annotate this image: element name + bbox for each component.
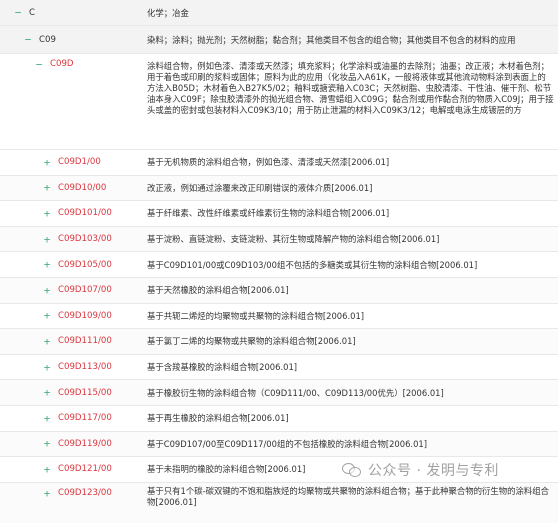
class-description: 基于未指明的橡胶的涂料组合物[2006.01] [147,464,306,475]
tree-row-subgroup: + C09D121/00 基于未指明的橡胶的涂料组合物[2006.01] [0,457,558,483]
expand-toggle-icon[interactable]: + [42,285,52,296]
code-cell: − C09D [0,54,140,149]
class-code[interactable]: C09D119/00 [58,439,112,449]
tree-row-subgroup: + C09D113/00 基于含羧基橡胶的涂料组合物[2006.01] [0,354,558,381]
class-description: 基于纤维素、改性纤维素或纤维素衍生物的涂料组合物[2006.01] [147,208,390,219]
expand-toggle-icon[interactable]: + [42,438,52,449]
class-code[interactable]: C09D1/00 [58,157,101,167]
code-cell: + C09D101/00 [0,201,140,226]
class-description: 基于C09D107/00至C09D117/00组的不包括橡胶的涂料组合物[200… [147,438,428,449]
tree-row-subgroup: + C09D123/00 基于只有1个碳-碳双键的不饱和脂族烃的均聚物或共聚物的涂料… [0,482,558,523]
class-code[interactable]: C09D105/00 [58,260,112,270]
expand-toggle-icon[interactable]: + [42,488,52,499]
code-cell: + C09D117/00 [0,406,140,431]
class-code[interactable]: C09D123/00 [58,488,112,498]
tree-row-subgroup: + C09D115/00 基于橡胶衍生物的涂料组合物（C09D111/00、C09D… [0,380,558,406]
expand-toggle-icon[interactable]: + [42,182,52,193]
class-code[interactable]: C09D113/00 [58,362,112,372]
class-code[interactable]: C09D107/00 [58,285,112,295]
collapse-toggle-icon[interactable]: − [34,59,44,70]
expand-toggle-icon[interactable]: + [42,336,52,347]
expand-toggle-icon[interactable]: + [42,362,52,373]
code-cell: + C09D10/00 [0,176,140,201]
expand-toggle-icon[interactable]: + [42,387,52,398]
code-cell: + C09D103/00 [0,227,140,252]
expand-toggle-icon[interactable]: + [42,259,52,270]
class-code[interactable]: C [29,8,35,18]
class-description: 基于含羧基橡胶的涂料组合物[2006.01] [147,362,298,373]
class-code[interactable]: C09D115/00 [58,388,112,398]
code-cell: + C09D119/00 [0,432,140,457]
code-cell: − C [0,0,140,25]
collapse-toggle-icon[interactable]: − [13,7,23,18]
expand-toggle-icon[interactable]: + [42,234,52,245]
class-description: 基于只有1个碳-碳双键的不饱和脂族烃的均聚物或共聚物的涂料组合物；基于此种聚合物… [147,485,549,507]
code-cell: + C09D109/00 [0,304,140,329]
tree-row-subgroup: + C09D105/00 基于C09D101/00或C09D103/00组不包括的多… [0,252,558,278]
expand-toggle-icon[interactable]: + [42,310,52,321]
class-code[interactable]: C09D121/00 [58,464,112,474]
class-description: 基于再生橡胶的涂料组合物[2006.01] [147,413,289,424]
expand-toggle-icon[interactable]: + [42,413,52,424]
code-cell: − C09 [0,26,140,53]
class-description: 基于淀粉、直链淀粉、支链淀粉、其衍生物或降解产物的涂料组合物[2006.01] [147,234,440,245]
class-description: 涂料组合物，例如色漆、清漆或天然漆；填充浆料；化学涂料或油墨的去除剂；油墨；改正… [147,61,554,115]
class-code[interactable]: C09D [50,59,74,69]
class-description: 基于氯丁二烯的均聚物或共聚物的涂料组合物[2006.01] [147,336,356,347]
tree-row-root: − C 化学；冶金 [0,0,558,26]
tree-row-subgroup: + C09D10/00 改正液，例如通过涂覆来改正印刷错误的液体介质[2006.01… [0,175,558,202]
class-description: 基于无机物质的涂料组合物，例如色漆、清漆或天然漆[2006.01] [147,157,390,168]
code-cell: + C09D123/00 [0,483,140,523]
tree-row-subgroup: + C09D111/00 基于氯丁二烯的均聚物或共聚物的涂料组合物[2006.01] [0,329,558,355]
class-description: 改正液，例如通过涂覆来改正印刷错误的液体介质[2006.01] [147,182,373,193]
class-code[interactable]: C09D10/00 [58,183,106,193]
class-code[interactable]: C09D103/00 [58,234,112,244]
code-cell: + C09D111/00 [0,329,140,354]
code-cell: + C09D121/00 [0,457,140,482]
class-code[interactable]: C09 [39,35,56,45]
class-description: 化学；冶金 [147,7,189,18]
classification-tree: − C 化学；冶金 − C09 染料；涂料；抛光剂；天然树脂；黏合剂；其他类目不… [0,0,558,523]
expand-toggle-icon[interactable]: + [42,464,52,475]
class-description: 基于天然橡胶的涂料组合物[2006.01] [147,285,289,296]
expand-toggle-icon[interactable]: + [42,157,52,168]
subgroup-list: + C09D1/00 基于无机物质的涂料组合物，例如色漆、清漆或天然漆[2006.0… [0,150,558,523]
code-cell: + C09D113/00 [0,355,140,380]
code-cell: + C09D105/00 [0,252,140,277]
tree-row-subgroup: + C09D109/00 基于共轭二烯烃的均聚物或共聚物的涂料组合物[2006.01… [0,303,558,330]
collapse-toggle-icon[interactable]: − [23,34,33,45]
class-code[interactable]: C09D117/00 [58,413,112,423]
class-description: 基于共轭二烯烃的均聚物或共聚物的涂料组合物[2006.01] [147,310,365,321]
class-description: 基于橡胶衍生物的涂料组合物（C09D111/00、C09D113/00优先）[2… [147,387,444,398]
code-cell: + C09D1/00 [0,150,140,175]
tree-row-subgroup: + C09D103/00 基于淀粉、直链淀粉、支链淀粉、其衍生物或降解产物的涂料组合… [0,226,558,253]
class-code[interactable]: C09D111/00 [58,336,112,346]
tree-row-level1: − C09 染料；涂料；抛光剂；天然树脂；黏合剂；其他类目不包含的组合物；其他类… [0,26,558,54]
code-cell: + C09D115/00 [0,380,140,405]
tree-row-subgroup: + C09D117/00 基于再生橡胶的涂料组合物[2006.01] [0,405,558,432]
tree-row-level2: − C09D 涂料组合物，例如色漆、清漆或天然漆；填充浆料；化学涂料或油墨的去除… [0,54,558,150]
expand-toggle-icon[interactable]: + [42,208,52,219]
code-cell: + C09D107/00 [0,278,140,303]
tree-row-subgroup: + C09D1/00 基于无机物质的涂料组合物，例如色漆、清漆或天然漆[2006.0… [0,150,558,176]
tree-row-subgroup: + C09D101/00 基于纤维素、改性纤维素或纤维素衍生物的涂料组合物[2006… [0,201,558,227]
class-description: 染料；涂料；抛光剂；天然树脂；黏合剂；其他类目不包含的组合物；其他类目不包含的材… [147,34,516,45]
tree-row-subgroup: + C09D107/00 基于天然橡胶的涂料组合物[2006.01] [0,277,558,304]
tree-row-subgroup: + C09D119/00 基于C09D107/00至C09D117/00组的不包括橡… [0,431,558,458]
class-code[interactable]: C09D101/00 [58,208,112,218]
class-description: 基于C09D101/00或C09D103/00组不包括的多糖类或其衍生物的涂料组… [147,259,478,270]
class-code[interactable]: C09D109/00 [58,311,112,321]
